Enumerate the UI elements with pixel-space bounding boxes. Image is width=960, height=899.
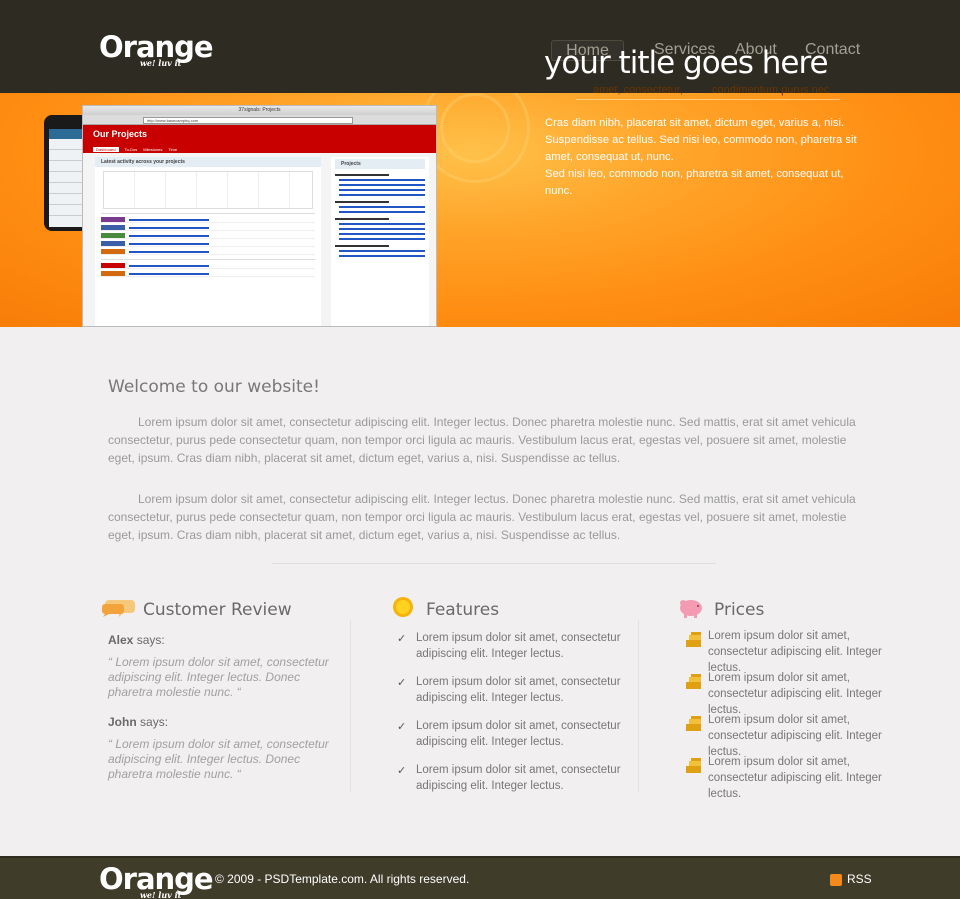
column-divider [350, 620, 351, 792]
screenshot-urlbar: http://www.basecamphq.com [83, 115, 436, 125]
site-footer: Orange we! luv it © 2009 - PSDTemplate.c… [0, 856, 960, 899]
banner-text: Sed nisi leo, commodo non, pharetra sit … [545, 168, 844, 197]
price-item: Lorem ipsum dolor sit amet, consectetur … [708, 714, 882, 758]
welcome-paragraph: Lorem ipsum dolor sit amet, consectetur … [108, 492, 856, 542]
review-title: Customer Review [143, 600, 292, 620]
rss-icon[interactable] [830, 874, 842, 886]
review-author: John says: [108, 715, 168, 729]
banner-divider [576, 99, 840, 100]
copyright-text: © 2009 - PSDTemplate.com. All rights res… [215, 872, 470, 886]
feature-item: Lorem ipsum dolor sit amet, consectetur … [416, 720, 621, 748]
sun-icon [393, 597, 413, 617]
speech-bubbles-icon [102, 600, 135, 617]
review-says: says: [136, 633, 165, 647]
banner-subtitle: amet, consectetur, [593, 84, 683, 96]
review-says: says: [140, 715, 169, 729]
section-divider [272, 563, 716, 564]
price-item: Lorem ipsum dolor sit amet, consectetur … [708, 756, 882, 800]
piggy-bank-icon [680, 600, 702, 618]
checkmark-icon: ✓ [397, 765, 407, 777]
checkmark-icon: ✓ [397, 633, 407, 645]
banner-swirl [440, 93, 510, 163]
feature-item: Lorem ipsum dolor sit amet, consectetur … [416, 632, 621, 660]
phone-screen [49, 129, 85, 227]
screenshot-main: Latest activity across your projects [95, 157, 321, 326]
rss-link[interactable]: RSS [847, 872, 872, 886]
screenshot-header: Our Projects Dashboard To-Dos Milestones Ti… [83, 125, 436, 153]
logo-tagline: we! luv it [140, 58, 182, 68]
banner-title: your title goes here [544, 45, 829, 81]
logo-tagline: we! luv it [140, 890, 182, 899]
screenshot-sidebar: Projects [331, 157, 429, 326]
screenshot-group [101, 259, 315, 260]
prices-title: Prices [714, 600, 765, 620]
feature-item: Lorem ipsum dolor sit amet, consectetur … [416, 676, 621, 704]
coins-icon [686, 758, 701, 773]
welcome-title: Welcome to our website! [108, 377, 320, 397]
review-quote: “ Lorem ipsum dolor sit amet, consectetu… [108, 655, 329, 699]
screenshot-tab: To-Dos [124, 147, 138, 152]
logo[interactable]: Orange we! luv it [99, 31, 214, 71]
coins-icon [686, 716, 701, 731]
app-screenshot: 37signals: Projects http://www.basecamph… [82, 105, 437, 327]
review-author-name: John [108, 715, 137, 729]
screenshot-calendar [103, 171, 313, 209]
banner-subtitle: condimentum purus nec [712, 84, 830, 96]
column-divider [638, 620, 639, 792]
screenshot-url: http://www.basecamphq.com [143, 117, 353, 124]
screenshot-window-title: 37signals: Projects [83, 106, 436, 115]
review-author: Alex says: [108, 633, 165, 647]
checkmark-icon: ✓ [397, 677, 407, 689]
screenshot-tabs: Dashboard To-Dos Milestones Time [93, 147, 183, 152]
screenshot-sidebar-title: Projects [335, 159, 425, 169]
screenshot-tab: Milestones [143, 147, 163, 152]
price-item: Lorem ipsum dolor sit amet, consectetur … [708, 672, 882, 716]
screenshot-section-title: Latest activity across your projects [95, 157, 321, 167]
banner-text: Cras diam nibh, placerat sit amet, dictu… [545, 117, 857, 163]
welcome-paragraph: Lorem ipsum dolor sit amet, consectetur … [108, 415, 856, 465]
review-author-name: Alex [108, 633, 134, 647]
feature-item: Lorem ipsum dolor sit amet, consectetur … [416, 764, 621, 792]
coins-icon [686, 674, 701, 689]
screenshot-tab: Time [168, 147, 178, 152]
price-item: Lorem ipsum dolor sit amet, consectetur … [708, 630, 882, 674]
screenshot-body: Latest activity across your projects Pro… [83, 153, 436, 326]
screenshot-heading: Our Projects [93, 129, 148, 139]
checkmark-icon: ✓ [397, 721, 407, 733]
review-quote: “ Lorem ipsum dolor sit amet, consectetu… [108, 737, 329, 781]
screenshot-group [101, 213, 315, 214]
screenshot-tab: Dashboard [93, 147, 119, 152]
features-title: Features [426, 600, 500, 620]
footer-logo[interactable]: Orange we! luv it [99, 863, 214, 899]
coins-icon [686, 632, 701, 647]
